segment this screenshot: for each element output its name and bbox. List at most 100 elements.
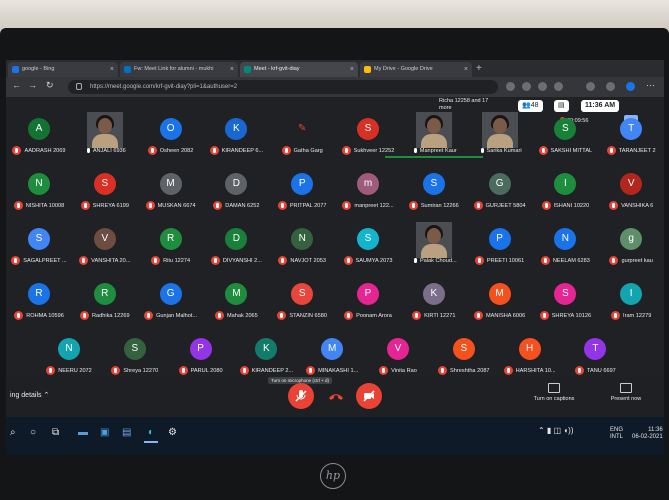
mic-muted-icon <box>606 146 616 156</box>
tab-label: google - Bing <box>22 66 55 72</box>
outlook-icon <box>124 66 131 73</box>
search-icon[interactable]: ⌕ <box>10 427 16 441</box>
participant-avatar: I <box>620 283 643 305</box>
file-explorer-icon[interactable]: ▬ <box>78 427 88 441</box>
participant-tile[interactable]: g gurpreet kau <box>582 222 664 272</box>
mic-muted-icon <box>408 201 418 211</box>
address-bar-row: ← → ↻ https://meet.google.com/krf-gvit-d… <box>6 77 664 97</box>
back-icon[interactable]: ← <box>12 80 21 90</box>
present-now-button[interactable]: Present now <box>596 383 656 402</box>
participant-avatar: M <box>488 283 511 305</box>
mic-muted-icon <box>79 311 89 321</box>
close-icon[interactable]: × <box>110 62 114 77</box>
participant-avatar: m <box>357 173 379 195</box>
participant-tile[interactable]: T TANU 6697 <box>546 332 644 382</box>
participant-name: gurpreet kau <box>582 256 664 266</box>
participant-avatar: M <box>321 338 344 360</box>
edge-icon[interactable]: ◐ <box>144 427 158 443</box>
meet-control-bar: ing details ⌃ Turn on microphone (ctrl +… <box>6 377 664 417</box>
participant-name: TANU 6697 <box>546 366 644 376</box>
profile-avatar[interactable] <box>626 82 635 91</box>
translate-icon[interactable] <box>522 82 531 91</box>
mic-muted-icon <box>343 256 353 266</box>
tab-label: Meet - krf-gvit-diay <box>254 66 300 72</box>
collections-icon[interactable] <box>606 82 615 91</box>
url-text: https://meet.google.com/krf-gvit-diay?pl… <box>90 84 238 90</box>
present-icon <box>620 383 632 393</box>
mic-muted-icon <box>277 311 287 321</box>
camera-toggle-button[interactable] <box>356 383 382 409</box>
close-icon[interactable]: × <box>464 62 468 77</box>
participant-tile[interactable]: V VANSHIKA 6 <box>582 167 664 217</box>
participant-tile[interactable]: I Iram 12279 <box>582 277 664 327</box>
mic-muted-icon <box>144 311 154 321</box>
tab-label: Fw: Meet Link for alumni - mukhi <box>134 66 214 72</box>
chat-icon: ▤ <box>558 102 565 109</box>
tab-label: My Drive - Google Drive <box>374 66 433 72</box>
participant-avatar: S <box>291 283 314 305</box>
meet-clock: 11:36 AM <box>581 100 620 112</box>
task-view-icon[interactable]: ⧉ <box>52 427 59 441</box>
system-clock[interactable]: 11:36 06-02-2021 <box>632 427 663 441</box>
windows-taskbar: ⌕ ○ ⧉ ▬ ▣ ▤ ◐ ⚙ ⌃ ▮ ◫ ◖)) ENG INTL 11:36 0… <box>6 417 664 455</box>
laptop-screen: google - Bing × Fw: Meet Link for alumni… <box>6 60 664 455</box>
zoom-icon[interactable] <box>538 82 547 91</box>
people-count-badge[interactable]: 👥48 <box>518 100 543 112</box>
store-icon[interactable]: ▤ <box>122 427 131 441</box>
participant-avatar: R <box>28 283 50 305</box>
participant-name-text: TARANJEET 2 <box>618 148 656 154</box>
captions-button[interactable]: Turn on captions <box>524 383 584 402</box>
tab-meet[interactable]: Meet - krf-gvit-diay × <box>240 62 358 77</box>
settings-icon[interactable]: ⚙ <box>168 427 177 441</box>
tab-bing[interactable]: google - Bing × <box>8 62 118 77</box>
hang-up-icon[interactable] <box>328 391 344 401</box>
bookmark-icon[interactable] <box>554 82 563 91</box>
meet-icon <box>244 66 251 73</box>
close-icon[interactable]: × <box>350 62 354 77</box>
chat-button[interactable]: ▤ <box>554 100 569 112</box>
participant-avatar: V <box>620 173 643 195</box>
url-input[interactable]: https://meet.google.com/krf-gvit-diay?pl… <box>68 80 498 94</box>
menu-icon[interactable]: ⋯ <box>646 80 655 91</box>
participant-avatar: P <box>291 173 314 195</box>
participant-name-text: TANU 6697 <box>586 368 616 374</box>
mic-muted-icon <box>611 311 621 321</box>
forward-icon[interactable]: → <box>28 80 37 90</box>
close-icon[interactable]: × <box>230 62 234 77</box>
camera-off-icon <box>363 390 375 402</box>
mic-muted-icon <box>213 201 223 211</box>
meeting-details-button[interactable]: ing details ⌃ <box>10 391 49 399</box>
cortana-icon[interactable]: ○ <box>30 427 36 441</box>
mic-muted-icon <box>11 256 21 266</box>
participant-avatar: N <box>554 228 577 250</box>
participant-avatar: M <box>225 283 248 305</box>
tray-icons[interactable]: ⌃ ▮ ◫ ◖)) <box>538 427 574 435</box>
mic-toggle-button[interactable] <box>288 383 314 409</box>
participant-avatar: V <box>93 228 116 250</box>
mic-muted-icon <box>80 201 90 211</box>
tab-drive[interactable]: My Drive - Google Drive × <box>360 62 472 77</box>
participant-name-text: Ritu 12274 <box>163 258 191 264</box>
new-tab-icon[interactable]: + <box>476 62 482 76</box>
tab-outlook[interactable]: Fw: Meet Link for alumni - mukhi × <box>120 62 238 77</box>
captions-icon <box>548 383 560 393</box>
reload-icon[interactable]: ↻ <box>46 80 54 91</box>
mic-muted-icon <box>411 256 417 265</box>
participant-avatar: T <box>620 118 643 140</box>
keyboard-language[interactable]: ENG INTL <box>610 427 623 441</box>
mic-indicator-icon[interactable] <box>506 82 515 91</box>
participant-avatar: H <box>518 338 541 360</box>
mic-muted-icon <box>145 201 155 211</box>
participant-avatar: G <box>159 283 182 305</box>
mail-icon[interactable]: ▣ <box>100 427 109 441</box>
participant-avatar: A <box>28 118 50 140</box>
extensions-icon[interactable] <box>586 82 595 91</box>
mic-muted-icon <box>342 201 352 211</box>
participant-name-text: Iram 12279 <box>623 313 652 319</box>
participant-tile[interactable]: T TARANJEET 2 <box>582 112 664 162</box>
participant-avatar: S <box>422 173 445 195</box>
mic-muted-icon <box>540 256 550 266</box>
participant-avatar: S <box>28 228 50 250</box>
mic-muted-icon <box>478 146 484 155</box>
participant-avatar: K <box>255 338 278 360</box>
